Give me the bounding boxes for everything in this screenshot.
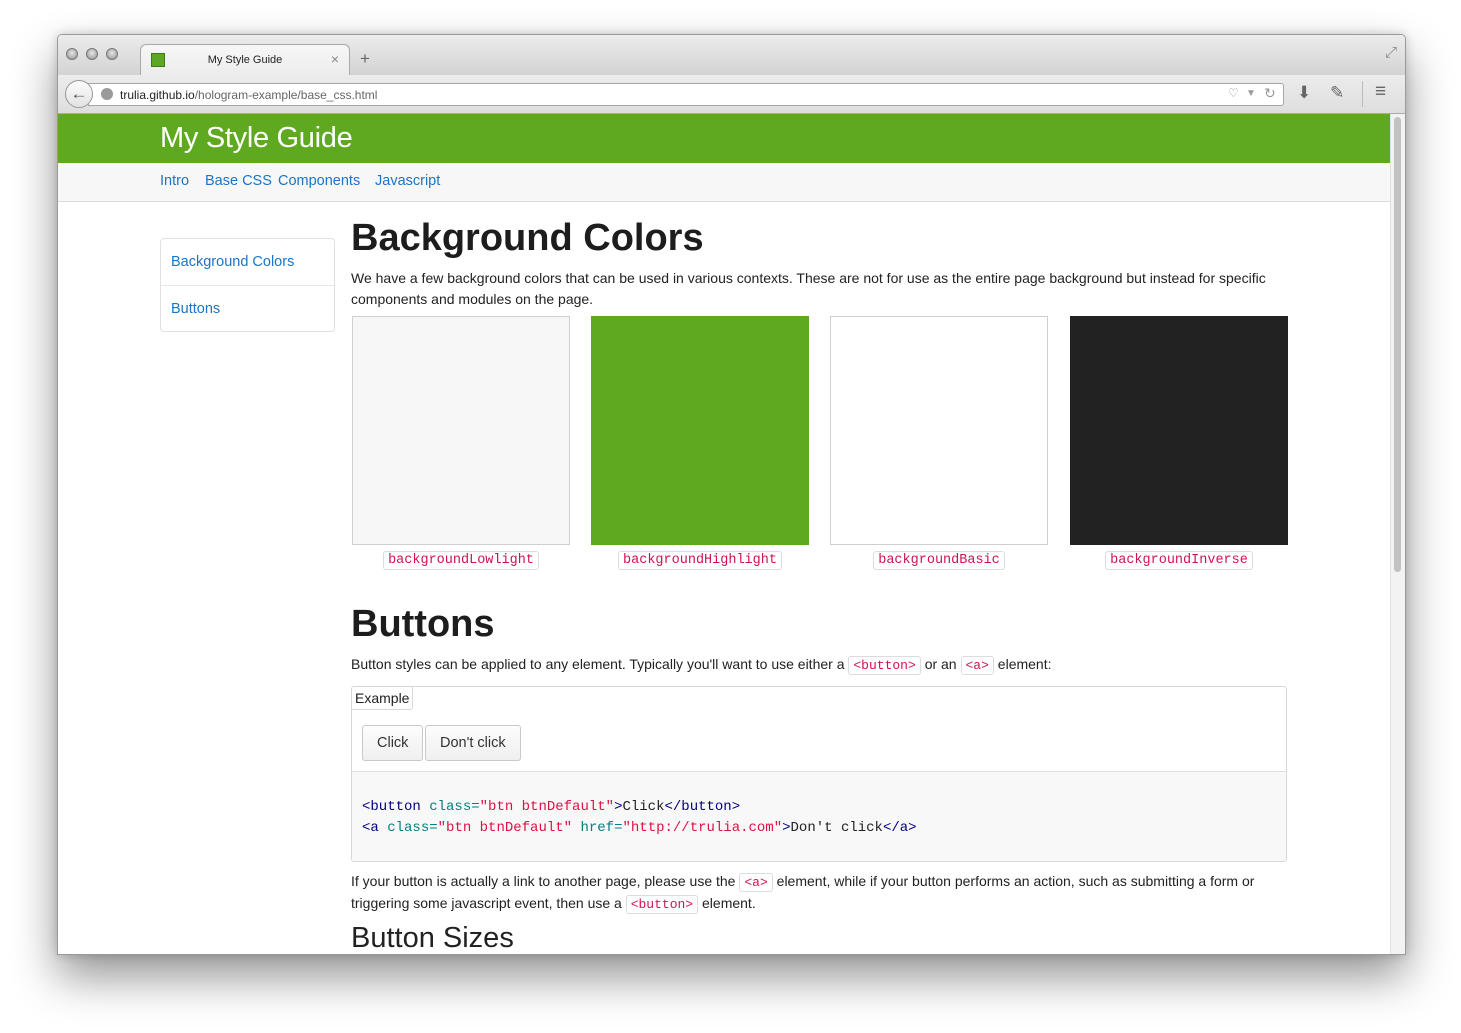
- code-background-basic: backgroundBasic: [873, 551, 1005, 570]
- code-background-lowlight: backgroundLowlight: [383, 551, 539, 570]
- example-label: Example: [352, 687, 414, 710]
- code-token: Don't click: [790, 820, 883, 836]
- menu-icon[interactable]: ≡: [1375, 81, 1386, 103]
- code-token: "btn btnDefault": [437, 820, 573, 836]
- browser-tab[interactable]: My Style Guide ×: [140, 44, 350, 75]
- button-sizes-heading: Button Sizes: [351, 922, 514, 954]
- code-token: href=: [580, 820, 623, 836]
- url-text[interactable]: trulia.github.io/hologram-example/base_c…: [120, 88, 377, 102]
- browser-window: My Style Guide × + ⤢ trulia.github.io/ho…: [57, 34, 1406, 955]
- code-token: <button: [362, 799, 421, 815]
- swatch-label-highlight: backgroundHighlight: [591, 550, 809, 570]
- inline-code-a-tag: <a>: [960, 656, 994, 675]
- buttons-intro-text-2: or an: [924, 656, 957, 672]
- code-token: Click: [622, 799, 665, 815]
- title-bar: My Style Guide × + ⤢: [58, 35, 1405, 76]
- background-colors-heading: Background Colors: [351, 217, 704, 259]
- swatch-background-lowlight: [352, 316, 570, 545]
- url-path: /hologram-example/base_css.html: [194, 88, 378, 102]
- nav-link-javascript[interactable]: Javascript: [375, 173, 440, 189]
- background-colors-description: We have a few background colors that can…: [351, 270, 1266, 307]
- minimize-window-button[interactable]: [86, 48, 98, 60]
- code-token: "http://trulia.com": [622, 820, 783, 836]
- scrollbar-thumb[interactable]: [1394, 117, 1401, 572]
- download-icon[interactable]: ⬇: [1297, 83, 1311, 103]
- back-arrow-icon: ←: [70, 84, 88, 103]
- buttons-intro-text-1: Button styles can be applied to any elem…: [351, 656, 845, 672]
- buttons-heading: Buttons: [351, 603, 495, 645]
- browser-toolbar: trulia.github.io/hologram-example/base_c…: [58, 75, 1405, 114]
- close-window-button[interactable]: [66, 48, 78, 60]
- code-token: "btn btnDefault": [479, 799, 615, 815]
- swatch-label-basic: backgroundBasic: [830, 550, 1048, 570]
- page-scrollbar[interactable]: [1390, 114, 1405, 954]
- click-button[interactable]: Click: [362, 725, 424, 761]
- code-token: </button>: [664, 799, 741, 815]
- inline-code-button-tag: <button>: [848, 656, 921, 675]
- code-token: </a>: [882, 820, 917, 836]
- buttons-intro-text-3: element:: [997, 656, 1052, 672]
- side-nav: Background Colors Buttons: [160, 238, 335, 332]
- url-domain: trulia.github.io: [120, 88, 195, 102]
- code-background-highlight: backgroundHighlight: [618, 551, 782, 570]
- guidance-text-1: If your button is actually a link to ano…: [351, 873, 736, 889]
- inline-code-a-tag: <a>: [739, 873, 773, 892]
- developer-tools-icon[interactable]: ✎: [1330, 83, 1344, 103]
- example-code-block: <button class="btn btnDefault">Click</bu…: [352, 771, 1286, 861]
- code-token: >: [782, 820, 791, 836]
- swatch-background-inverse: [1070, 316, 1288, 545]
- code-token: <a: [362, 820, 379, 836]
- buttons-link-guidance: If your button is actually a link to ano…: [351, 871, 1291, 915]
- code-token: class=: [429, 799, 480, 815]
- code-token: class=: [387, 820, 438, 836]
- swatch-label-lowlight: backgroundLowlight: [352, 550, 570, 570]
- pocket-icon[interactable]: ♡: [1228, 86, 1239, 100]
- side-nav-item-buttons[interactable]: Buttons: [161, 286, 334, 333]
- reload-icon[interactable]: ↻: [1264, 85, 1276, 102]
- swatch-background-basic: [830, 316, 1048, 545]
- new-tab-icon[interactable]: +: [360, 49, 370, 69]
- buttons-intro: Button styles can be applied to any elem…: [351, 654, 1291, 676]
- guidance-text-3: element.: [702, 895, 756, 911]
- site-nav: Intro Base CSS Components Javascript: [58, 163, 1390, 202]
- nav-link-base-css[interactable]: Base CSS: [205, 173, 272, 189]
- dropdown-arrow-icon[interactable]: ▼: [1246, 88, 1256, 99]
- nav-link-intro[interactable]: Intro: [160, 173, 189, 189]
- inline-code-button-tag: <button>: [625, 895, 699, 914]
- dont-click-button[interactable]: Don't click: [425, 725, 521, 761]
- url-bar[interactable]: trulia.github.io/hologram-example/base_c…: [88, 83, 1284, 106]
- button-example-box: Example Click Don't click <button class=…: [351, 686, 1287, 862]
- swatch-label-inverse: backgroundInverse: [1070, 550, 1288, 570]
- code-background-inverse: backgroundInverse: [1105, 551, 1253, 570]
- back-button[interactable]: ←: [65, 80, 93, 108]
- toolbar-separator: [1362, 81, 1363, 107]
- page-viewport: My Style Guide Intro Base CSS Components…: [58, 114, 1390, 954]
- site-title[interactable]: My Style Guide: [160, 122, 353, 155]
- tab-close-icon[interactable]: ×: [331, 51, 339, 67]
- globe-icon: [101, 88, 113, 100]
- zoom-window-button[interactable]: [106, 48, 118, 60]
- nav-link-components[interactable]: Components: [278, 173, 360, 189]
- tab-title: My Style Guide: [207, 54, 283, 66]
- site-header: My Style Guide: [58, 114, 1390, 163]
- swatch-background-highlight: [591, 316, 809, 545]
- fullscreen-icon[interactable]: ⤢: [1385, 44, 1397, 61]
- side-nav-item-background-colors[interactable]: Background Colors: [161, 239, 334, 286]
